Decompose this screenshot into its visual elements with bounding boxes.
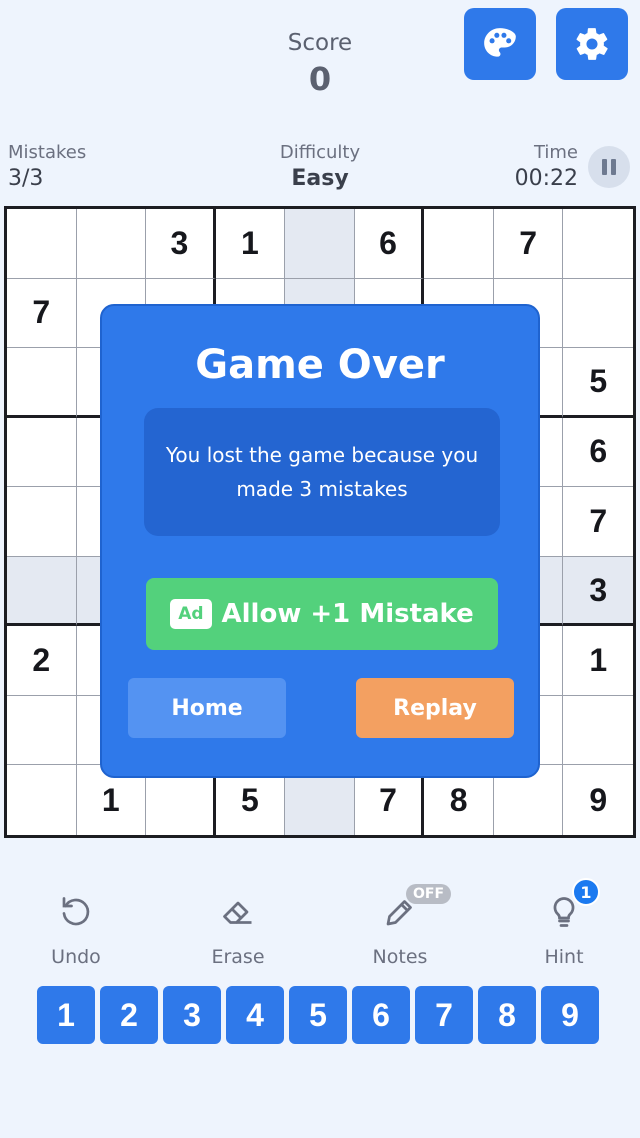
allow-button-label: Allow +1 Mistake	[221, 599, 474, 629]
notes-button[interactable]: OFF Notes	[340, 884, 460, 968]
sudoku-cell[interactable]: 6	[563, 418, 633, 488]
hint-button[interactable]: 1 Hint	[504, 878, 624, 968]
sudoku-cell[interactable]	[7, 487, 77, 557]
number-key-5[interactable]: 5	[289, 986, 347, 1044]
notes-state-badge: OFF	[406, 884, 452, 904]
hint-label: Hint	[544, 946, 584, 968]
time-value: 00:22	[514, 166, 578, 191]
number-pad: 123456789	[37, 986, 599, 1044]
sudoku-cell[interactable]	[7, 417, 77, 488]
score-label: Score	[287, 30, 353, 56]
number-key-8[interactable]: 8	[478, 986, 536, 1044]
number-key-6[interactable]: 6	[352, 986, 410, 1044]
difficulty-label: Difficulty	[279, 142, 361, 163]
sudoku-cell[interactable]	[563, 279, 633, 349]
pause-icon-bar	[602, 159, 607, 175]
sudoku-cell[interactable]	[7, 556, 77, 627]
notes-label: Notes	[372, 946, 428, 968]
erase-label: Erase	[211, 946, 265, 968]
undo-icon	[62, 897, 90, 926]
home-button-label: Home	[171, 695, 243, 721]
sudoku-cell[interactable]	[7, 695, 77, 766]
replay-button[interactable]: Replay	[356, 678, 514, 738]
hint-count-badge: 1	[572, 878, 600, 906]
sudoku-cell[interactable]	[563, 209, 633, 279]
dialog-title: Game Over	[195, 342, 445, 388]
sudoku-cell[interactable]: 3	[146, 209, 216, 279]
sudoku-cell[interactable]: 9	[563, 765, 633, 835]
game-over-dialog: Game Over You lost the game because you …	[100, 304, 540, 778]
dialog-message-box: You lost the game because you made 3 mis…	[144, 408, 500, 536]
sudoku-cell[interactable]	[7, 209, 77, 279]
sudoku-cell[interactable]: 6	[354, 209, 425, 279]
allow-extra-mistake-button[interactable]: Ad Allow +1 Mistake	[146, 578, 498, 650]
sudoku-cell[interactable]: 7	[7, 278, 77, 349]
dialog-message: You lost the game because you made 3 mis…	[165, 443, 479, 501]
sudoku-cell[interactable]: 2	[7, 626, 77, 696]
number-key-3[interactable]: 3	[163, 986, 221, 1044]
mistakes-label: Mistakes	[8, 142, 87, 163]
eraser-icon	[223, 901, 252, 924]
sudoku-cell[interactable]: 3	[563, 556, 633, 627]
number-key-7[interactable]: 7	[415, 986, 473, 1044]
ad-badge: Ad	[170, 599, 212, 629]
number-key-9[interactable]: 9	[541, 986, 599, 1044]
undo-label: Undo	[51, 946, 101, 968]
sudoku-cell[interactable]: 7	[493, 209, 564, 279]
number-key-1[interactable]: 1	[37, 986, 95, 1044]
sudoku-cell[interactable]: 7	[563, 487, 633, 557]
number-key-2[interactable]: 2	[100, 986, 158, 1044]
sudoku-cell[interactable]: 1	[215, 209, 286, 279]
sudoku-cell[interactable]: 5	[563, 348, 633, 418]
sudoku-cell[interactable]	[424, 209, 494, 279]
sudoku-cell[interactable]	[7, 348, 77, 418]
mistakes-value: 3/3	[8, 166, 44, 191]
sudoku-cell[interactable]: 1	[563, 626, 633, 696]
sudoku-cell[interactable]	[563, 696, 633, 766]
erase-button[interactable]: Erase	[178, 884, 298, 968]
pause-button[interactable]	[588, 146, 630, 188]
undo-button[interactable]: Undo	[16, 884, 136, 968]
score-value: 0	[308, 60, 332, 98]
replay-button-label: Replay	[393, 695, 477, 721]
sudoku-cell[interactable]	[285, 209, 355, 279]
difficulty-value: Easy	[291, 166, 349, 191]
home-button[interactable]: Home	[128, 678, 286, 738]
time-label: Time	[533, 142, 578, 163]
sudoku-cell[interactable]	[76, 209, 147, 279]
pause-icon-bar	[611, 159, 616, 175]
number-key-4[interactable]: 4	[226, 986, 284, 1044]
sudoku-cell[interactable]	[7, 765, 77, 835]
